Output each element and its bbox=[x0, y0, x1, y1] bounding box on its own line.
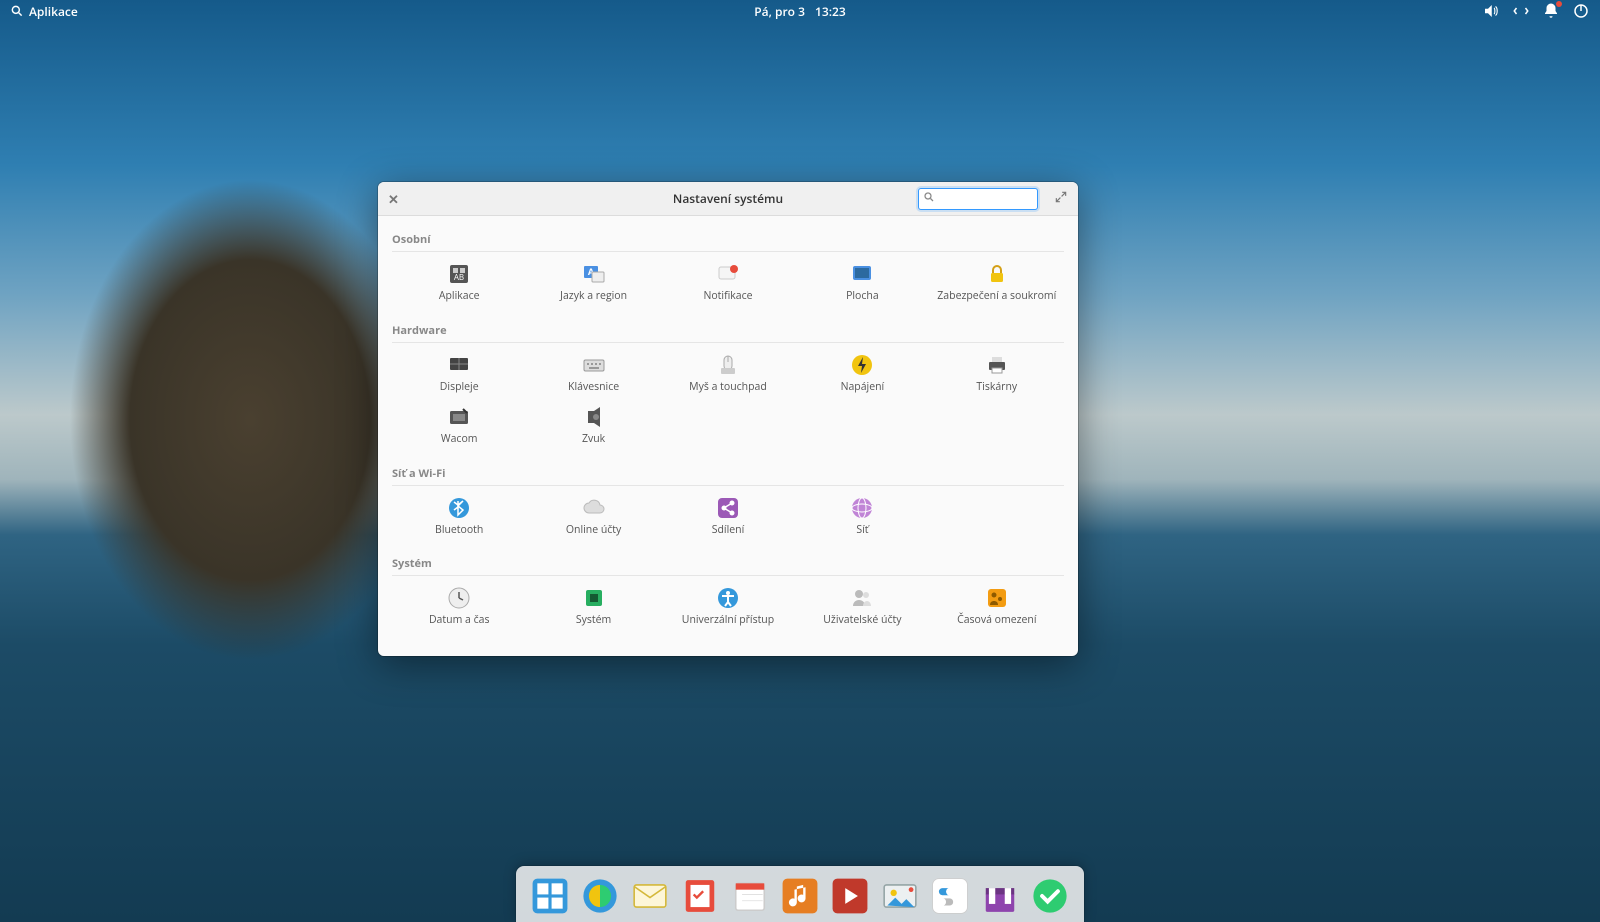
settings-item-sound[interactable]: Zvuk bbox=[526, 401, 660, 450]
close-button[interactable]: ✕ bbox=[388, 190, 399, 208]
section-network: Síť a Wi-Fi Bluetooth Online účty Sdílen… bbox=[378, 456, 1078, 547]
settings-item-accessibility[interactable]: Univerzální přístup bbox=[661, 582, 795, 631]
system-settings-window: ✕ Nastavení systému Osobní AB Aplikace A bbox=[378, 182, 1078, 656]
section-hardware: Hardware Displeje Klávesnice Myš a touch… bbox=[378, 313, 1078, 456]
settings-item-mouse[interactable]: Myš a touchpad bbox=[661, 349, 795, 398]
keyboard-icon bbox=[580, 353, 608, 377]
dock-multitask[interactable] bbox=[530, 876, 570, 916]
power-icon[interactable] bbox=[1572, 2, 1590, 20]
dock-videos[interactable] bbox=[830, 876, 870, 916]
settings-search[interactable] bbox=[918, 188, 1038, 210]
settings-item-keyboard[interactable]: Klávesnice bbox=[526, 349, 660, 398]
maximize-button[interactable] bbox=[1054, 190, 1068, 208]
settings-item-privacy[interactable]: Zabezpečení a soukromí bbox=[930, 258, 1064, 307]
search-icon bbox=[10, 4, 24, 18]
dock-installer[interactable] bbox=[1030, 876, 1070, 916]
window-titlebar[interactable]: ✕ Nastavení systému bbox=[378, 182, 1078, 216]
settings-item-language[interactable]: A Jazyk a region bbox=[526, 258, 660, 307]
clock-icon bbox=[445, 586, 473, 610]
share-icon bbox=[714, 496, 742, 520]
window-title: Nastavení systému bbox=[673, 190, 783, 207]
dock-music[interactable] bbox=[780, 876, 820, 916]
settings-item-online-accounts[interactable]: Online účty bbox=[526, 492, 660, 541]
desktop-icon bbox=[848, 262, 876, 286]
dock bbox=[516, 866, 1084, 922]
mouse-icon bbox=[714, 353, 742, 377]
section-title-network: Síť a Wi-Fi bbox=[392, 460, 1064, 486]
applications-icon: AB bbox=[445, 262, 473, 286]
settings-item-network[interactable]: Síť bbox=[795, 492, 929, 541]
notifications-icon bbox=[714, 262, 742, 286]
chip-icon bbox=[580, 586, 608, 610]
settings-item-time-limits[interactable]: Časová omezení bbox=[930, 582, 1064, 631]
bluetooth-icon bbox=[445, 496, 473, 520]
cloud-icon bbox=[580, 496, 608, 520]
speaker-icon bbox=[580, 405, 608, 429]
accessibility-icon bbox=[714, 586, 742, 610]
dock-browser[interactable] bbox=[580, 876, 620, 916]
settings-item-notifications[interactable]: Notifikace bbox=[661, 258, 795, 307]
section-title-personal: Osobní bbox=[392, 226, 1064, 252]
users-icon bbox=[848, 586, 876, 610]
parental-icon bbox=[983, 586, 1011, 610]
clock[interactable]: Pá, pro 3 13:23 bbox=[754, 3, 845, 20]
printer-icon bbox=[983, 353, 1011, 377]
power-icon bbox=[848, 353, 876, 377]
settings-item-system[interactable]: Systém bbox=[526, 582, 660, 631]
section-title-system: Systém bbox=[392, 550, 1064, 576]
settings-item-sharing[interactable]: Sdílení bbox=[661, 492, 795, 541]
settings-item-users[interactable]: Uživatelské účty bbox=[795, 582, 929, 631]
dock-settings[interactable] bbox=[930, 876, 970, 916]
settings-content: Osobní AB Aplikace A Jazyk a region Noti… bbox=[378, 216, 1078, 656]
settings-item-wacom[interactable]: Wacom bbox=[392, 401, 526, 450]
display-icon bbox=[445, 353, 473, 377]
settings-item-power[interactable]: Napájení bbox=[795, 349, 929, 398]
dock-mail[interactable] bbox=[630, 876, 670, 916]
search-icon bbox=[923, 190, 935, 207]
section-personal: Osobní AB Aplikace A Jazyk a region Noti… bbox=[378, 222, 1078, 313]
dock-calendar[interactable] bbox=[730, 876, 770, 916]
settings-item-datetime[interactable]: Datum a čas bbox=[392, 582, 526, 631]
search-input[interactable] bbox=[938, 191, 1033, 206]
dock-appcenter[interactable] bbox=[980, 876, 1020, 916]
lock-icon bbox=[983, 262, 1011, 286]
dock-photos[interactable] bbox=[880, 876, 920, 916]
svg-text:AB: AB bbox=[454, 272, 464, 283]
globe-icon bbox=[848, 496, 876, 520]
notification-icon[interactable] bbox=[1542, 2, 1560, 20]
applications-menu[interactable]: Aplikace bbox=[10, 3, 78, 20]
network-icon[interactable] bbox=[1512, 2, 1530, 20]
section-system: Systém Datum a čas Systém Univerzální př… bbox=[378, 546, 1078, 637]
time-label: 13:23 bbox=[815, 3, 846, 20]
settings-item-bluetooth[interactable]: Bluetooth bbox=[392, 492, 526, 541]
language-icon: A bbox=[580, 262, 608, 286]
volume-icon[interactable] bbox=[1482, 2, 1500, 20]
dock-tasks[interactable] bbox=[680, 876, 720, 916]
top-panel: Aplikace Pá, pro 3 13:23 bbox=[0, 0, 1600, 22]
settings-item-desktop[interactable]: Plocha bbox=[795, 258, 929, 307]
settings-item-displays[interactable]: Displeje bbox=[392, 349, 526, 398]
tablet-icon bbox=[445, 405, 473, 429]
date-label: Pá, pro 3 bbox=[754, 3, 805, 20]
settings-item-applications[interactable]: AB Aplikace bbox=[392, 258, 526, 307]
section-title-hardware: Hardware bbox=[392, 317, 1064, 343]
applications-label: Aplikace bbox=[29, 3, 78, 20]
settings-item-printers[interactable]: Tiskárny bbox=[930, 349, 1064, 398]
